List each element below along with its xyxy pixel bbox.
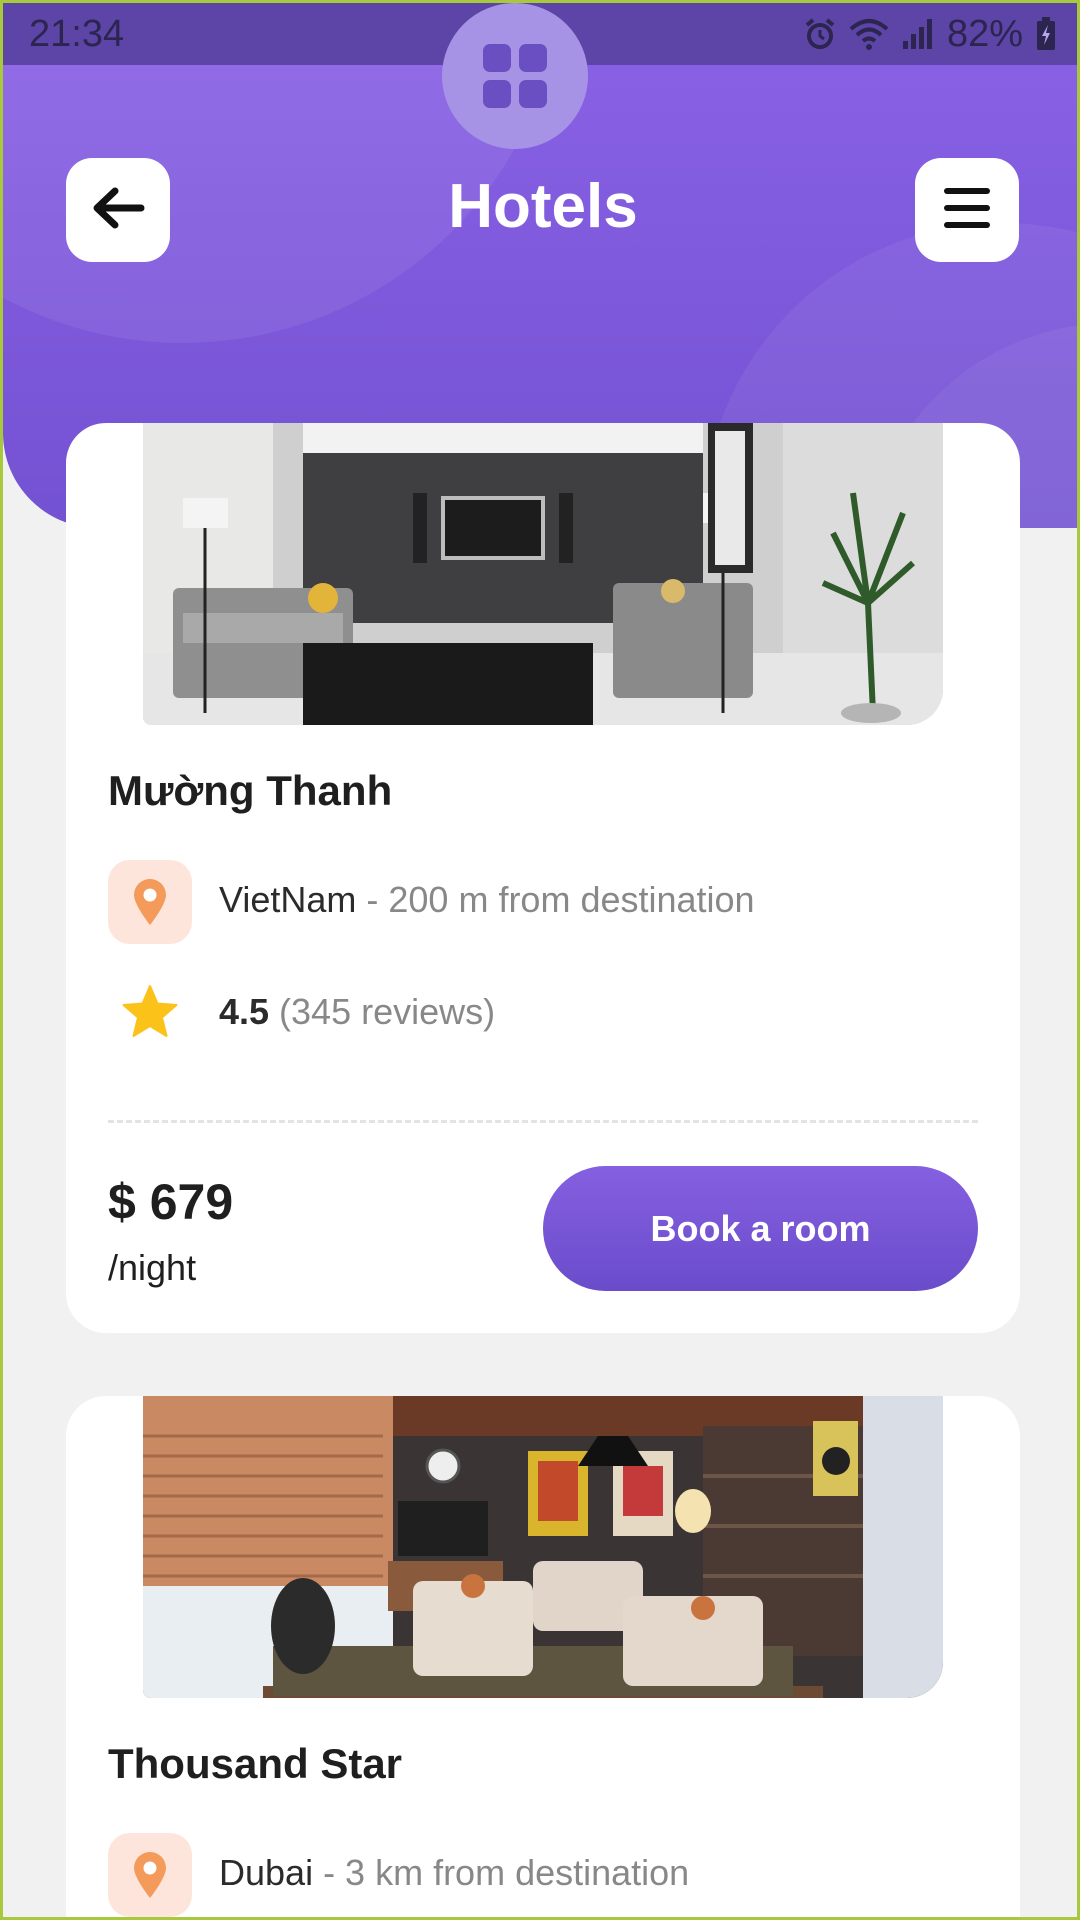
hotel-card[interactable]: Thousand Star Dubai - 3 km from destinat…	[66, 1396, 1020, 1917]
hotel-photo	[143, 1396, 943, 1698]
location-distance: - 200 m from destination	[356, 879, 755, 920]
star-icon	[108, 970, 192, 1054]
location-text: VietNam - 200 m from destination	[219, 879, 755, 921]
location-distance: - 3 km from destination	[313, 1852, 690, 1893]
location-name: Dubai	[219, 1852, 314, 1893]
review-count: (345 reviews)	[269, 991, 496, 1032]
rating-value: 4.5	[219, 991, 270, 1032]
grid-icon[interactable]	[442, 3, 588, 149]
rating-text: 4.5 (345 reviews)	[219, 991, 495, 1033]
price: $ 679	[108, 1174, 234, 1230]
location-pin-icon	[108, 1833, 192, 1917]
status-icons: 82%	[803, 13, 1057, 56]
status-time: 21:34	[29, 12, 125, 55]
battery-percent: 82%	[946, 12, 1023, 55]
hotel-photo	[143, 423, 943, 725]
location-name: VietNam	[219, 879, 357, 920]
battery-charging-icon	[1035, 17, 1057, 51]
signal-icon	[901, 17, 935, 51]
app-screen: 21:34 82% Hotels Mường Thanh VietNam - 2…	[0, 0, 1080, 1920]
location-text: Dubai - 3 km from destination	[219, 1852, 689, 1894]
hotel-card[interactable]: Mường Thanh VietNam - 200 m from destina…	[66, 423, 1020, 1333]
wifi-icon	[849, 17, 889, 51]
menu-button[interactable]	[915, 158, 1019, 262]
dashed-divider	[108, 1120, 978, 1123]
hotel-name: Thousand Star	[108, 1740, 403, 1787]
book-room-button[interactable]: Book a room	[543, 1166, 978, 1291]
hotel-name: Mường Thanh	[108, 767, 393, 814]
hamburger-menu-icon	[942, 186, 992, 235]
alarm-icon	[803, 17, 837, 51]
location-pin-icon	[108, 860, 192, 944]
price-unit: /night	[108, 1247, 197, 1288]
